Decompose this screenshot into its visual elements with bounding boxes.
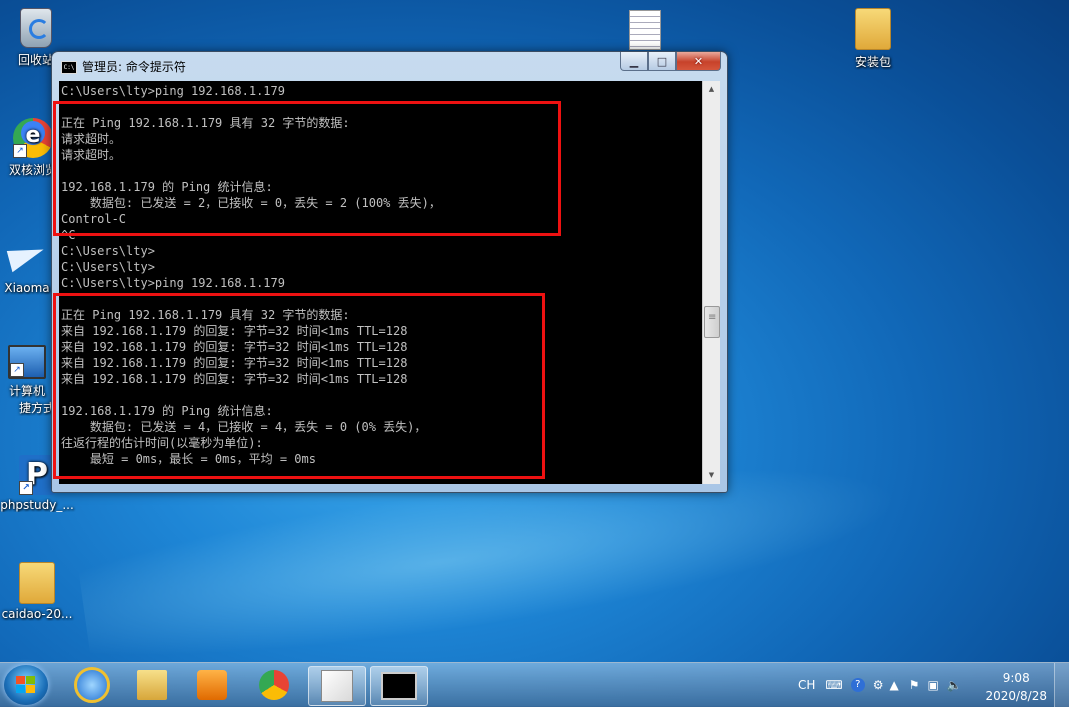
action-center-icon[interactable]: ⚑	[909, 678, 920, 692]
clock-time: 9:08	[1002, 671, 1030, 685]
highlight-box-success	[53, 293, 545, 479]
media-player-icon	[197, 670, 227, 700]
desktop-icon-label: phpstudy_...	[0, 498, 74, 512]
maximize-button[interactable]: □	[648, 52, 676, 71]
windows-logo-icon	[16, 676, 36, 694]
browser-icon	[259, 670, 289, 700]
desktop-icon-install-package[interactable]: 安装包	[834, 8, 912, 70]
scroll-up-arrow-icon[interactable]: ▲	[703, 81, 720, 98]
paper-plane-icon	[7, 238, 47, 278]
language-indicator[interactable]: CH	[798, 678, 815, 692]
maximize-icon: □	[656, 54, 668, 68]
browser-icon: ↗	[13, 118, 53, 158]
window-title: 管理员: 命令提示符	[82, 60, 186, 74]
show-desktop-button[interactable]	[1054, 663, 1069, 707]
close-button[interactable]: ✕	[676, 52, 721, 71]
recycle-bin-icon	[20, 8, 52, 48]
desktop-icon-label: 安装包	[854, 55, 891, 69]
console-app-icon: C:\	[61, 61, 77, 74]
taskbar-browser[interactable]	[246, 666, 302, 704]
keyboard-icon[interactable]: ⌨	[825, 678, 842, 692]
minimize-button[interactable]: ▁	[620, 52, 648, 71]
window-controls: ▁ □ ✕	[620, 52, 721, 71]
document-icon	[629, 10, 661, 50]
highlight-box-timeout	[53, 101, 561, 236]
system-tray: CH ⌨ ? ⚙ ▲ ⚑ ▣ 🔈	[798, 663, 962, 707]
clock[interactable]: 9:08 2020/8/28	[985, 669, 1047, 705]
desktop-icon-label: caidao-20...	[1, 607, 73, 621]
folder-icon	[19, 562, 55, 604]
taskbar-network-tool[interactable]	[308, 666, 366, 706]
vertical-scrollbar[interactable]: ▲ ▼	[702, 81, 720, 484]
scrollbar-thumb[interactable]	[704, 306, 720, 338]
settings-icon[interactable]: ⚙	[873, 678, 884, 692]
volume-icon[interactable]: 🔈	[947, 678, 962, 692]
computer-icon: ↗	[8, 345, 46, 379]
desktop-icon-caidao[interactable]: caidao-20...	[0, 562, 76, 621]
help-icon[interactable]: ?	[850, 678, 865, 692]
network-tool-icon	[321, 670, 353, 702]
minimize-icon: ▁	[629, 54, 639, 68]
taskbar: CH ⌨ ? ⚙ ▲ ⚑ ▣ 🔈 9:08 2020/8/28	[0, 662, 1069, 707]
clock-date: 2020/8/28	[985, 689, 1047, 703]
start-button[interactable]	[4, 665, 48, 705]
taskbar-media-player[interactable]	[184, 666, 240, 704]
window-titlebar[interactable]: C:\ 管理员: 命令提示符 ▁ □ ✕	[52, 52, 727, 78]
network-icon[interactable]: ▣	[928, 678, 939, 692]
folder-icon	[137, 670, 167, 700]
console-line: C:\Users\lty>ping 192.168.1.179	[61, 276, 285, 290]
console-line: C:\Users\lty>ping 192.168.1.179	[61, 84, 285, 98]
close-icon: ✕	[693, 54, 704, 68]
phpstudy-icon: P ↗	[19, 455, 55, 495]
console-line: C:\Users\lty>	[61, 244, 155, 258]
show-hidden-icons-icon[interactable]: ▲	[890, 678, 899, 692]
taskbar-command-prompt[interactable]	[370, 666, 428, 706]
console-icon	[381, 672, 417, 700]
internet-explorer-icon	[74, 667, 110, 703]
taskbar-ie[interactable]	[64, 666, 120, 704]
console-line: C:\Users\lty>	[61, 260, 155, 274]
taskbar-explorer[interactable]	[124, 666, 180, 704]
scroll-down-arrow-icon[interactable]: ▼	[703, 467, 720, 484]
folder-icon	[855, 8, 891, 50]
desktop-icon-text-document[interactable]	[606, 10, 684, 53]
